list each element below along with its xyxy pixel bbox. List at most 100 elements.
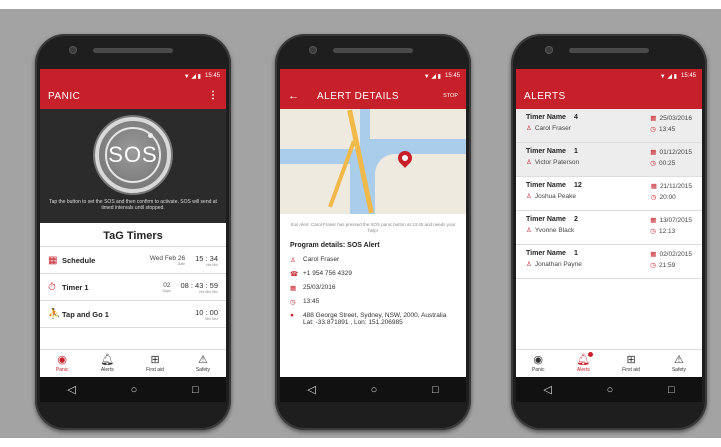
page-title: ALERT DETAILS (317, 90, 400, 102)
tab-first-aid[interactable]: ⊞ First aid (146, 354, 164, 373)
tab-safety[interactable]: ⚠ Safety (196, 354, 210, 373)
front-camera (309, 46, 317, 54)
back-nav-icon[interactable]: ◁ (543, 383, 551, 396)
alert-person: ♙ Joshua Peake (526, 193, 577, 200)
person-icon: ♙ (526, 227, 532, 234)
sos-icon: ◉ (57, 354, 67, 366)
alert-date: ▦ 02/02/2015 (650, 251, 692, 258)
detail-phone[interactable]: ☎ +1 954 756 4329 (280, 267, 466, 281)
signal-icons: ▼ ◢ ▮ (183, 73, 201, 80)
calendar-icon: ▦ (650, 183, 657, 190)
timer-date: Wed Feb 26 Date (149, 254, 186, 266)
alert-date: ▦ 13/07/2015 (650, 217, 692, 224)
sos-button[interactable]: SOS (95, 117, 171, 193)
alert-list-item[interactable]: Timer Name 2 ♙ Yvonne Black ▦ 13/07/2015 ◷ 12:1… (516, 211, 702, 245)
earpiece-speaker (93, 48, 173, 53)
alert-timer-name: Timer Name 4 (526, 114, 578, 121)
sos-hint: Tap the button to set the SOS and then c… (49, 199, 217, 211)
earpiece-speaker (333, 48, 413, 53)
timer-value: 15 : 34 Hrs Min (195, 253, 218, 267)
timer-row-tap-and-go[interactable]: ⛹ Tap and Go 1 10 : 00 Min Sec (40, 301, 226, 328)
first-aid-icon: ⊞ (626, 354, 636, 366)
stop-button[interactable]: STOP (443, 93, 458, 99)
alert-right: ▦ 02/02/2015 ◷ 21:59 (650, 250, 692, 273)
alert-person: ♙ Jonathan Payne (526, 261, 582, 268)
person-icon: ♙ (526, 193, 532, 200)
tab-alerts[interactable]: 🔔︎ Alerts (100, 354, 114, 373)
front-camera (69, 46, 77, 54)
signal-icons: ▼ ◢ ▮ (659, 73, 677, 80)
timer-row-schedule[interactable]: ▦ Schedule Wed Feb 26 Date 15 : 34 Hrs Min (40, 247, 226, 274)
phone-alert-details: ▼ ◢ ▮ 15:45 ← ALERT DETAILS STOP Sos Ale… (275, 34, 471, 430)
earpiece-speaker (569, 48, 649, 53)
first-aid-icon: ⊞ (150, 354, 160, 366)
android-nav-bar: ◁ ○ □ (40, 377, 226, 402)
overflow-menu-icon[interactable]: ⋮ (208, 90, 218, 101)
phone-panic: ▼ ◢ ▮ 15:45 PANIC ⋮ SOS Tap the button t… (35, 34, 231, 430)
tab-first-aid[interactable]: ⊞ First aid (622, 354, 640, 373)
alert-right: ▦ 01/12/2015 ◷ 00:25 (650, 148, 692, 171)
alert-list-item[interactable]: Timer Name 1 ♙ Victor Paterson ▦ 01/12/2015 ◷ 0… (516, 143, 702, 177)
detail-date: ▦ 25/03/2016 (290, 284, 336, 292)
alert-date: ▦ 25/03/2016 (650, 115, 692, 122)
alert-timer-name: Timer Name 2 (526, 216, 578, 223)
alert-list-item[interactable]: Timer Name 4 ♙ Carol Fraser ▦ 25/03/2016 ◷ 13:4… (516, 109, 702, 143)
home-nav-icon[interactable]: ○ (371, 384, 378, 396)
calendar-icon: ▦ (650, 115, 657, 122)
status-bar: ▼ ◢ ▮ 15:45 (280, 69, 466, 83)
person-icon: ♙ (526, 261, 532, 268)
alert-list-item[interactable]: Timer Name 12 ♙ Joshua Peake ▦ 21/11/2015 ◷ 20:… (516, 177, 702, 211)
timer-row-timer-1[interactable]: ⏱ Timer 1 02 Days 08 : 43 : 59 Hrs Min Sec (40, 274, 226, 301)
clock-icon: ◷ (650, 160, 656, 167)
alert-date: ▦ 01/12/2015 (650, 149, 692, 156)
alert-timer-name: Timer Name 12 (526, 182, 582, 189)
alert-left: Timer Name 2 ♙ Yvonne Black (526, 216, 578, 239)
detail-person: ♙ Carol Fraser (290, 256, 340, 264)
home-nav-icon[interactable]: ○ (607, 384, 614, 396)
back-nav-icon[interactable]: ◁ (307, 383, 315, 396)
front-camera (545, 46, 553, 54)
tab-bar: ◉ Panic 🔔︎ Alerts ⊞ First aid ⚠ Safety (40, 349, 226, 377)
alert-person: ♙ Yvonne Black (526, 227, 575, 234)
clock-icon: ◷ (650, 126, 656, 133)
alert-time: ◷ 12:13 (650, 228, 676, 235)
back-arrow-icon[interactable]: ← (288, 90, 299, 102)
alert-list-item[interactable]: Timer Name 1 ♙ Jonathan Payne ▦ 02/02/2015 ◷ 21… (516, 245, 702, 279)
tab-panic[interactable]: ◉ Panic (56, 354, 69, 373)
alert-right: ▦ 25/03/2016 ◷ 13:45 (650, 114, 692, 137)
alert-time: ◷ 20:00 (650, 194, 676, 201)
tab-safety[interactable]: ⚠ Safety (672, 354, 686, 373)
tab-bar: ◉ Panic 🔔︎ Alerts ⊞ First aid ⚠ Safety (516, 349, 702, 377)
calendar-icon: ▦ (290, 285, 297, 292)
page-title: ALERTS (524, 90, 566, 102)
back-nav-icon[interactable]: ◁ (67, 383, 75, 396)
alert-person: ♙ Victor Paterson (526, 159, 580, 166)
clock-icon: ◷ (290, 299, 296, 306)
alert-person: ♙ Carol Fraser (526, 125, 571, 132)
detail-time: ◷ 13:45 (290, 298, 320, 306)
notification-badge (588, 352, 594, 357)
calendar-icon: ▦ (650, 251, 657, 258)
status-time: 15:45 (204, 73, 220, 79)
recents-nav-icon[interactable]: □ (192, 384, 199, 396)
location-map[interactable] (280, 109, 466, 214)
timer-name: Tap and Go 1 (62, 309, 109, 319)
tab-panic[interactable]: ◉ Panic (532, 354, 545, 373)
home-nav-icon[interactable]: ○ (131, 384, 138, 396)
calendar-icon: ▦ (650, 217, 657, 224)
warning-icon: ⚠ (197, 354, 208, 366)
person-icon: ♙ (526, 125, 532, 132)
android-nav-bar: ◁ ○ □ (280, 377, 466, 402)
alert-time: ◷ 21:59 (650, 262, 676, 269)
recents-nav-icon[interactable]: □ (432, 384, 439, 396)
map-land (370, 109, 466, 139)
status-time: 15:45 (680, 73, 696, 79)
alerts-screen: ▼ ◢ ▮ 15:45 ALERTS Timer Name 4 ♙ Carol Fra… (516, 69, 702, 402)
alert-message: Sos Alert. Carol Fraser has pressed the … (290, 222, 456, 233)
bell-icon: 🔔︎ (576, 352, 594, 367)
tab-alerts[interactable]: 🔔︎ Alerts (576, 352, 594, 373)
alert-left: Timer Name 1 ♙ Jonathan Payne (526, 250, 582, 273)
alerts-list: Timer Name 4 ♙ Carol Fraser ▦ 25/03/2016 ◷ 13:4… (516, 109, 702, 279)
alert-left: Timer Name 1 ♙ Victor Paterson (526, 148, 579, 171)
recents-nav-icon[interactable]: □ (668, 384, 675, 396)
